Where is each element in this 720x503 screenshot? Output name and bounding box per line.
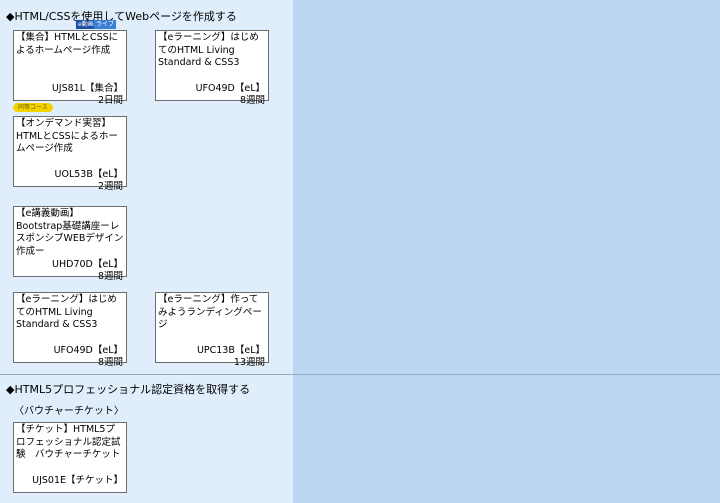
course-title: 【チケット】HTML5プロフェッショナル認定試験 バウチャーチケット bbox=[16, 424, 121, 460]
course-title: 【オンデマンド実習】HTMLとCSSによるホームページ作成 bbox=[16, 118, 118, 154]
section-title-html5-certification: ◆HTML5プロフェッショナル認定資格を取得する bbox=[6, 383, 251, 396]
section-divider bbox=[0, 374, 720, 375]
course-duration: 8週間 bbox=[97, 271, 123, 282]
course-card[interactable]: 【集合】HTMLとCSSによるホームページ作成 UJS81L【集合】 2日間 bbox=[13, 30, 127, 106]
section-title-html-css: ◆HTML/CSSを使用してWebページを作成する bbox=[6, 10, 237, 23]
course-card[interactable]: 【オンデマンド実習】HTMLとCSSによるホームページ作成 UOL53B【eL】… bbox=[13, 116, 127, 192]
course-card[interactable]: 【チケット】HTML5プロフェッショナル認定試験 バウチャーチケット UJS01… bbox=[13, 422, 127, 493]
course-card[interactable]: 【eラーニング】作ってみようランディングページ UPC13B【eL】 13週間 bbox=[155, 292, 269, 368]
video-badge: e動画 bbox=[76, 20, 96, 29]
voucher-subtitle: 〈バウチャーチケット〉 bbox=[14, 406, 124, 417]
course-duration: 2週間 bbox=[97, 181, 123, 192]
course-title: 【eラーニング】はじめてのHTML Living Standard & CSS3 bbox=[158, 32, 259, 68]
right-panel bbox=[293, 0, 720, 503]
course-title: 【eラーニング】作ってみようランディングページ bbox=[158, 294, 262, 330]
course-title: 【集合】HTMLとCSSによるホームページ作成 bbox=[16, 32, 119, 56]
course-duration: 8週間 bbox=[239, 95, 265, 106]
course-card[interactable]: 【eラーニング】はじめてのHTML Living Standard & CSS3… bbox=[13, 292, 127, 368]
course-card[interactable]: 【eラーニング】はじめてのHTML Living Standard & CSS3… bbox=[155, 30, 269, 106]
live-badge: ライブ bbox=[94, 20, 117, 29]
course-duration: 8週間 bbox=[97, 357, 123, 368]
course-duration: 2日間 bbox=[97, 95, 123, 106]
equivalent-course-badge: 同等コース bbox=[13, 103, 53, 112]
course-card[interactable]: 【e講義動画】Bootstrap基礎講座ーレスポンシブWEBデザイン作成ー UH… bbox=[13, 206, 127, 282]
course-title: 【e講義動画】Bootstrap基礎講座ーレスポンシブWEBデザイン作成ー bbox=[16, 208, 124, 257]
course-duration: 13週間 bbox=[233, 357, 265, 368]
course-code: UJS01E【チケット】 bbox=[32, 475, 123, 486]
course-title: 【eラーニング】はじめてのHTML Living Standard & CSS3 bbox=[16, 294, 117, 330]
